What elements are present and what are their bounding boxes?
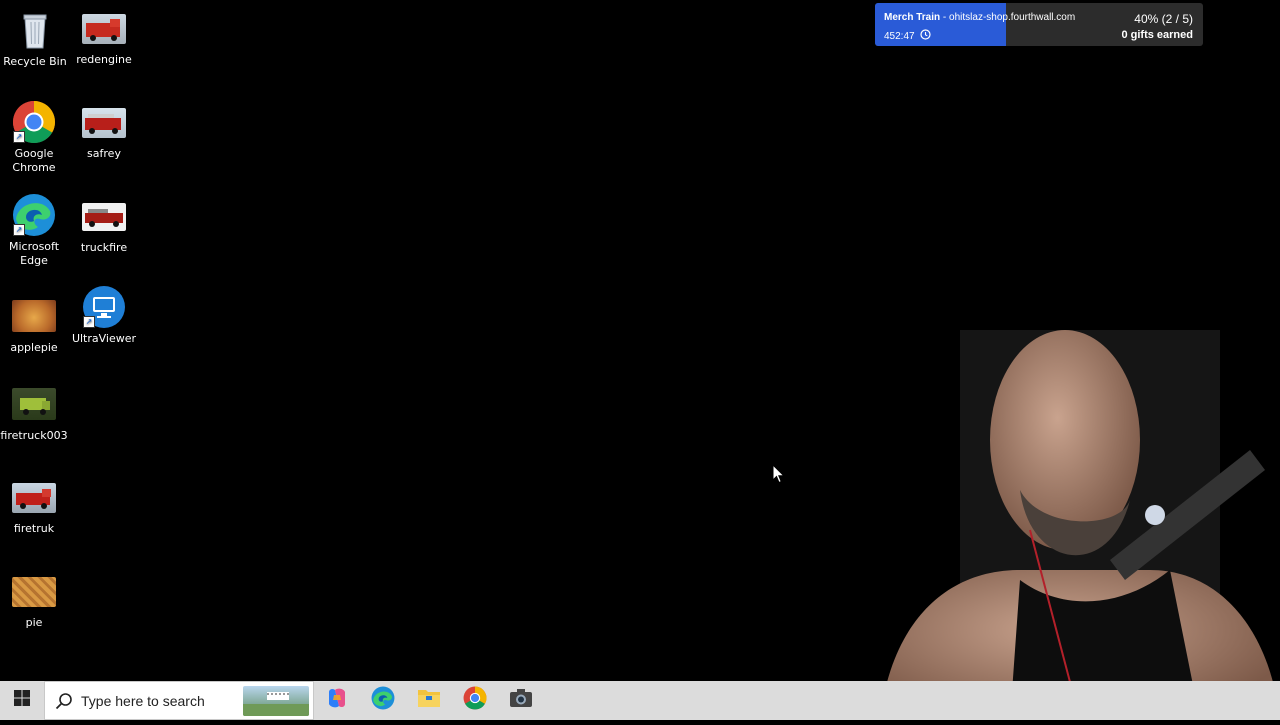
desktop-icon-label: safrey xyxy=(87,147,121,160)
start-button[interactable] xyxy=(0,681,44,720)
desktop-icon-ultraviewer[interactable]: ↗ UltraViewer xyxy=(69,285,139,346)
search-highlight-image xyxy=(243,686,309,716)
merch-gifts-text: 0 gifts earned xyxy=(1121,29,1193,41)
clock-icon xyxy=(919,29,931,43)
image-thumbnail xyxy=(82,14,126,44)
desktop-icon-pie[interactable]: pie xyxy=(0,575,69,630)
merch-progress: 40% (2 / 5) 0 gifts earned xyxy=(1121,11,1193,43)
desktop-icon-label: Recycle Bin xyxy=(3,55,67,68)
taskbar-app-file-explorer[interactable] xyxy=(406,681,452,720)
shortcut-arrow-icon: ↗ xyxy=(83,316,95,328)
file-explorer-icon xyxy=(417,687,441,714)
desktop-icon-label: firetruck003 xyxy=(0,429,68,442)
desktop-icon-label: Microsoft Edge xyxy=(8,240,60,267)
image-thumbnail xyxy=(12,300,56,332)
desktop-icon-applepie[interactable]: applepie xyxy=(0,296,69,355)
desktop-icon-firetruck003[interactable]: firetruck003 xyxy=(0,386,69,443)
desktop-icon-label: Google Chrome xyxy=(12,147,56,174)
shortcut-arrow-icon: ↗ xyxy=(13,224,25,236)
camera-icon xyxy=(509,688,533,713)
desktop-icon-microsoft-edge[interactable]: ↗ Microsoft Edge xyxy=(0,193,69,268)
recycle-bin-icon xyxy=(13,8,57,52)
taskbar: Type here to search xyxy=(0,681,1280,720)
taskbar-app-chrome[interactable] xyxy=(452,681,498,720)
desktop-icon-label: pie xyxy=(25,616,43,629)
image-thumbnail xyxy=(12,388,56,420)
merch-header: Merch Train - ohitslaz-shop.fourthwall.c… xyxy=(884,12,1075,23)
desktop-icon-label: truckfire xyxy=(80,241,128,254)
mouse-cursor-icon xyxy=(772,463,786,489)
desktop-icon-google-chrome[interactable]: ↗ Google Chrome xyxy=(0,100,69,175)
search-icon xyxy=(55,692,73,710)
ultraviewer-icon: ↗ xyxy=(82,285,126,329)
taskbar-app-copilot[interactable] xyxy=(314,681,360,720)
shortcut-arrow-icon: ↗ xyxy=(13,131,25,143)
desktop-icon-recycle-bin[interactable]: Recycle Bin xyxy=(0,8,70,69)
taskbar-search-box[interactable]: Type here to search xyxy=(44,681,314,720)
desktop-icon-truckfire[interactable]: truckfire xyxy=(69,203,139,255)
desktop-icon-firetruk[interactable]: firetruk xyxy=(0,480,69,536)
merch-title: Merch Train xyxy=(884,12,941,23)
edge-icon: ↗ xyxy=(12,193,56,237)
webcam-overlay xyxy=(870,270,1280,721)
taskbar-app-camera[interactable] xyxy=(498,681,544,720)
taskbar-app-edge[interactable] xyxy=(360,681,406,720)
desktop-icon-label: UltraViewer xyxy=(71,332,137,345)
search-placeholder: Type here to search xyxy=(81,692,205,709)
image-thumbnail xyxy=(82,108,126,138)
windows-logo-icon xyxy=(14,690,30,711)
image-thumbnail xyxy=(82,203,126,231)
merch-progress-text: 40% (2 / 5) xyxy=(1134,12,1193,26)
image-thumbnail xyxy=(12,483,56,513)
desktop-icon-safrey[interactable]: safrey xyxy=(69,108,139,161)
desktop-icon-label: applepie xyxy=(10,341,58,354)
copilot-icon xyxy=(325,686,349,715)
chrome-icon: ↗ xyxy=(12,100,56,144)
image-thumbnail xyxy=(12,577,56,607)
desktop-icon-label: redengine xyxy=(76,53,132,66)
merch-timer: 452:47 xyxy=(884,30,915,42)
desktop-icon-label: firetruk xyxy=(13,522,55,535)
merch-separator: - xyxy=(940,12,950,23)
edge-icon xyxy=(371,686,395,715)
merch-timer-row: 452:47 xyxy=(884,29,931,43)
merch-site: ohitslaz-shop.fourthwall.com xyxy=(949,12,1076,23)
merch-train-overlay: Merch Train - ohitslaz-shop.fourthwall.c… xyxy=(875,3,1203,46)
desktop-icon-redengine[interactable]: redengine xyxy=(69,14,139,67)
chrome-icon xyxy=(463,686,487,715)
